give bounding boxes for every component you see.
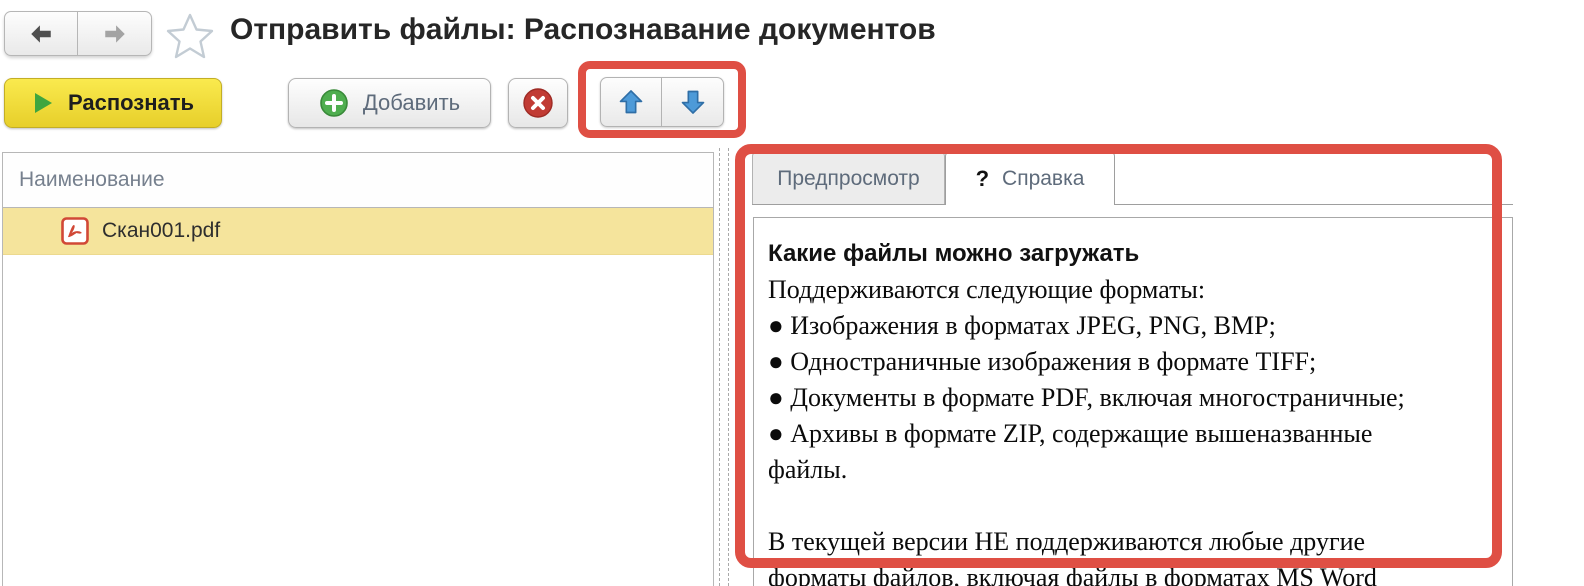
- file-row-selected[interactable]: Скан001.pdf: [3, 208, 713, 255]
- page-title: Отправить файлы: Распознавание документо…: [230, 13, 936, 47]
- tabbar-baseline: [752, 204, 1513, 205]
- x-circle-icon: [522, 87, 554, 119]
- pdf-file-icon: [61, 217, 89, 245]
- back-button[interactable]: [4, 11, 78, 56]
- panel-splitter[interactable]: [719, 148, 729, 586]
- favorite-star-icon[interactable]: [165, 12, 215, 60]
- help-content-box: Какие файлы можно загружать Поддерживают…: [753, 217, 1513, 586]
- up-arrow-icon: [617, 88, 645, 116]
- back-arrow-icon: [28, 21, 54, 47]
- tab-preview-label: Предпросмотр: [777, 167, 919, 191]
- down-arrow-icon: [679, 88, 707, 116]
- help-text-line: В текущей версии НЕ поддерживаются любые…: [768, 524, 1512, 560]
- tab-preview[interactable]: Предпросмотр: [752, 152, 945, 204]
- plus-circle-icon: [319, 88, 349, 118]
- help-text-line: форматы файлов, включая файлы в форматах…: [768, 560, 1512, 586]
- delete-button[interactable]: [508, 78, 568, 128]
- move-down-button[interactable]: [662, 77, 724, 127]
- move-button-group: [600, 77, 724, 127]
- help-bullet-line: ● Изображения в форматах JPEG, PNG, BMP;: [768, 308, 1512, 344]
- move-up-button[interactable]: [600, 77, 662, 127]
- help-heading: Какие файлы можно загружать: [768, 236, 1512, 272]
- add-button-label: Добавить: [363, 90, 460, 116]
- recognize-button-label: Распознать: [68, 90, 194, 116]
- play-icon: [32, 91, 54, 115]
- nav-button-group: [4, 11, 152, 56]
- help-text-line: файлы.: [768, 452, 1512, 488]
- recognize-button[interactable]: Распознать: [4, 78, 222, 128]
- file-list-panel: Наименование Скан001.pdf: [2, 152, 714, 586]
- forward-arrow-icon: [102, 21, 128, 47]
- help-bullet-line: ● Документы в формате PDF, включая много…: [768, 380, 1512, 416]
- help-blank-line: [768, 488, 1512, 524]
- tab-help[interactable]: ? Справка: [945, 152, 1115, 205]
- help-bullet-line: ● Одностраничные изображения в формате T…: [768, 344, 1512, 380]
- help-bullet-line: ● Архивы в формате ZIP, содержащие вышен…: [768, 416, 1512, 452]
- file-name-label: Скан001.pdf: [102, 219, 220, 243]
- forward-button[interactable]: [78, 11, 152, 56]
- column-header-name[interactable]: Наименование: [3, 153, 713, 208]
- add-button[interactable]: Добавить: [288, 78, 491, 128]
- question-mark-icon: ?: [976, 166, 989, 192]
- tab-help-label: Справка: [1002, 167, 1084, 191]
- help-text-line: Поддерживаются следующие форматы:: [768, 272, 1512, 308]
